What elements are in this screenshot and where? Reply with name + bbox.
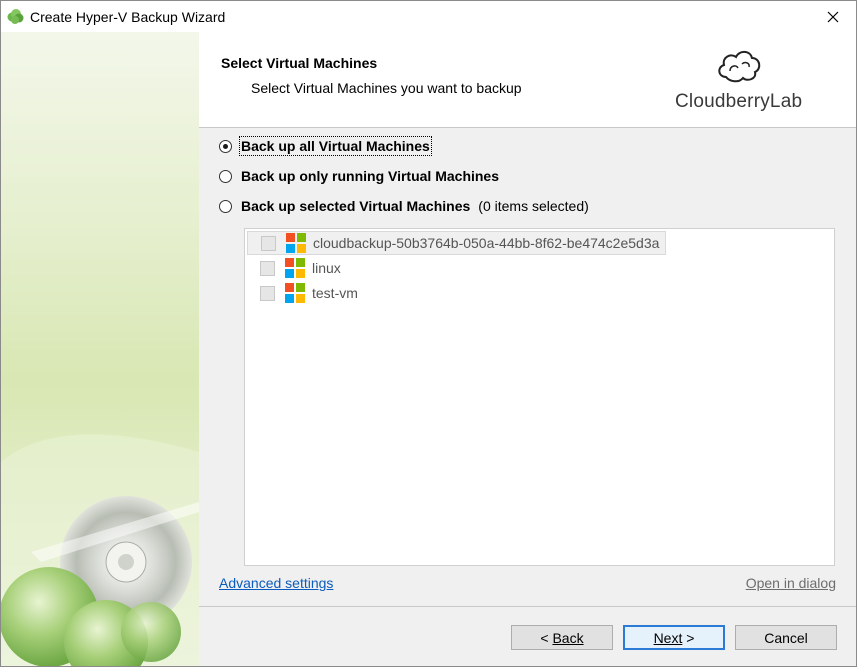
vm-checkbox[interactable] — [260, 285, 275, 301]
option-selected-vms[interactable]: Back up selected Virtual Machines (0 ite… — [219, 198, 589, 214]
logo-text: CloudberryLab — [675, 91, 803, 112]
vm-list[interactable]: cloudbackup-50b3764b-050a-44bb-8f62-be47… — [244, 228, 835, 566]
option-selected-vms-label: Back up selected Virtual Machines — [241, 198, 471, 214]
option-all-vms[interactable]: Back up all Virtual Machines — [219, 136, 432, 156]
selected-count: (0 items selected) — [478, 198, 589, 214]
page-title: Select Virtual Machines — [221, 55, 378, 71]
page-subtitle: Select Virtual Machines you want to back… — [251, 80, 522, 96]
advanced-settings-link[interactable]: Advanced settings — [219, 575, 333, 591]
vm-name: linux — [312, 260, 341, 276]
windows-vm-icon — [285, 283, 305, 303]
cloud-logo-icon — [718, 50, 761, 83]
cancel-button[interactable]: Cancel — [735, 625, 837, 650]
open-in-dialog-link[interactable]: Open in dialog — [746, 575, 836, 591]
vm-list-item[interactable]: test-vm — [247, 281, 364, 305]
vm-name: test-vm — [312, 285, 358, 301]
vm-checkbox[interactable] — [261, 235, 276, 251]
vm-checkbox[interactable] — [260, 260, 275, 276]
close-icon — [827, 11, 839, 22]
radio-selected-vms[interactable] — [219, 199, 232, 213]
next-button-label: Next — [653, 629, 683, 646]
cloudberry-app-icon — [7, 9, 24, 24]
back-button[interactable]: < Back — [511, 625, 613, 650]
wizard-footer: < Back Next > Cancel — [199, 607, 856, 666]
next-button[interactable]: Next > — [623, 625, 725, 650]
cloudberry-logo: CloudberryLab — [675, 47, 805, 117]
wizard-content: Back up all Virtual Machines Back up onl… — [199, 128, 856, 606]
windows-vm-icon — [286, 233, 306, 253]
disc-graphic — [1, 434, 199, 666]
wizard-window: Create Hyper-V Backup Wizard Select Virt… — [0, 0, 857, 667]
option-running-vms-label: Back up only running Virtual Machines — [241, 168, 500, 184]
vm-list-item[interactable]: linux — [247, 256, 347, 280]
cancel-button-label: Cancel — [764, 629, 808, 646]
back-button-label: Back — [552, 629, 584, 646]
option-running-vms[interactable]: Back up only running Virtual Machines — [219, 168, 499, 184]
vm-list-item[interactable]: cloudbackup-50b3764b-050a-44bb-8f62-be47… — [247, 231, 667, 255]
window-title: Create Hyper-V Backup Wizard — [30, 9, 226, 25]
radio-all-vms[interactable] — [219, 139, 232, 153]
vm-name: cloudbackup-50b3764b-050a-44bb-8f62-be47… — [313, 235, 660, 251]
wizard-header: Select Virtual Machines Select Virtual M… — [199, 32, 856, 127]
title-bar[interactable]: Create Hyper-V Backup Wizard — [1, 1, 856, 32]
close-button[interactable] — [810, 1, 856, 32]
option-all-vms-label: Back up all Virtual Machines — [239, 136, 432, 156]
radio-running-vms[interactable] — [219, 169, 232, 183]
windows-vm-icon — [285, 258, 305, 278]
wizard-side-banner — [1, 32, 199, 666]
